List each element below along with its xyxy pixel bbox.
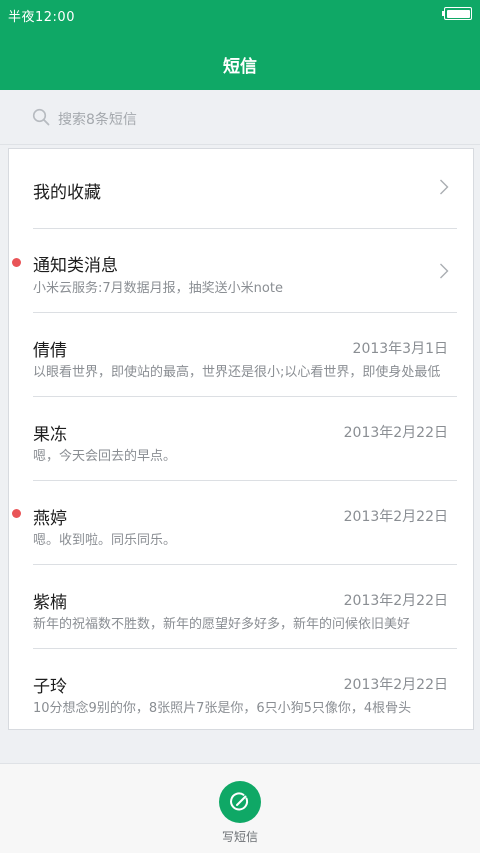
search-input[interactable]: 搜索8条短信 — [58, 109, 137, 129]
message-date: 2013年2月22日 — [343, 677, 448, 693]
notifications-preview: 小米云服务:7月数据月报，抽奖送小米note — [33, 281, 283, 296]
message-preview: 以眼看世界，即使站的最高，世界还是很小;以心看世界，即使身处最低 — [33, 365, 441, 380]
contact-name: 倩倩 — [33, 341, 67, 361]
unread-dot — [12, 258, 21, 267]
contact-name: 燕婷 — [33, 509, 67, 529]
conversation-row[interactable]: 燕婷 2013年2月22日 嗯。收到啦。同乐同乐。 — [9, 481, 473, 565]
message-date: 2013年3月1日 — [352, 341, 448, 357]
status-bar: 半夜12:00 — [0, 0, 480, 28]
conversation-list: 我的收藏 通知类消息 小米云服务:7月数据月报，抽奖送小米note 倩倩 201… — [8, 148, 474, 730]
contact-name: 子玲 — [33, 677, 67, 697]
search-bar[interactable]: 搜索8条短信 — [0, 90, 480, 145]
status-time: 半夜12:00 — [8, 10, 75, 25]
chevron-right-icon — [440, 263, 449, 279]
compose-button[interactable] — [219, 781, 261, 823]
message-date: 2013年2月22日 — [343, 509, 448, 525]
message-date: 2013年2月22日 — [343, 593, 448, 609]
favorites-row[interactable]: 我的收藏 — [9, 149, 473, 229]
unread-dot — [12, 509, 21, 518]
app-header: 半夜12:00 短信 — [0, 0, 480, 90]
message-preview: 嗯，今天会回去的早点。 — [33, 449, 177, 464]
message-preview: 新年的祝福数不胜数，新年的愿望好多好多，新年的问候依旧美好 — [33, 617, 411, 632]
compose-icon — [230, 792, 249, 811]
favorites-label: 我的收藏 — [33, 183, 101, 203]
compose-label[interactable]: 写短信 — [0, 828, 480, 845]
conversation-row[interactable]: 紫楠 2013年2月22日 新年的祝福数不胜数，新年的愿望好多好多，新年的问候依… — [9, 565, 473, 649]
message-date: 2013年2月22日 — [343, 425, 448, 441]
message-preview: 10分想念9别的你，8张照片7张是你，6只小狗5只像你，4根骨头 — [33, 701, 412, 716]
conversation-row[interactable]: 果冻 2013年2月22日 嗯，今天会回去的早点。 — [9, 397, 473, 481]
page-title: 短信 — [223, 57, 257, 77]
notifications-row[interactable]: 通知类消息 小米云服务:7月数据月报，抽奖送小米note — [9, 229, 473, 313]
conversation-row[interactable]: 倩倩 2013年3月1日 以眼看世界，即使站的最高，世界还是很小;以心看世界，即… — [9, 313, 473, 397]
bottom-bar: 写短信 — [0, 763, 480, 853]
notifications-title: 通知类消息 — [33, 256, 118, 276]
battery-icon — [442, 7, 472, 20]
contact-name: 紫楠 — [33, 593, 67, 613]
conversation-row[interactable]: 子玲 2013年2月22日 10分想念9别的你，8张照片7张是你，6只小狗5只像… — [9, 649, 473, 729]
search-icon — [32, 108, 50, 126]
contact-name: 果冻 — [33, 425, 67, 445]
chevron-right-icon — [440, 179, 449, 195]
message-preview: 嗯。收到啦。同乐同乐。 — [33, 533, 177, 548]
